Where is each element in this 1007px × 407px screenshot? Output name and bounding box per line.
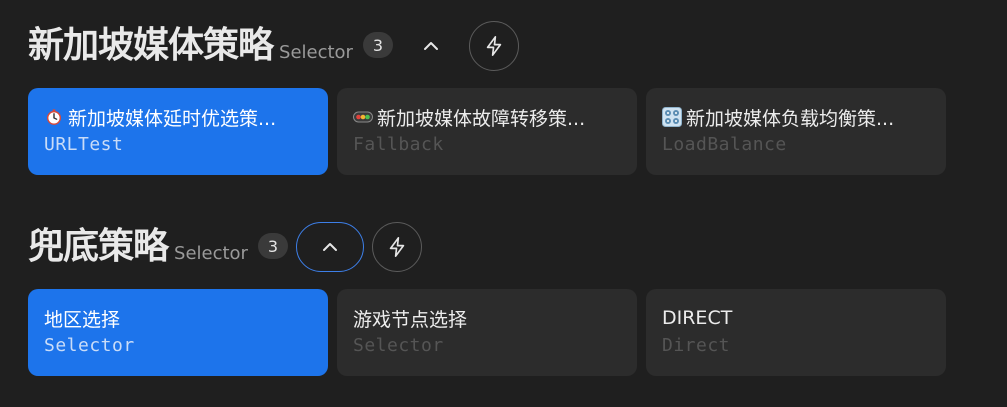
chevron-up-icon [322, 243, 337, 251]
proxy-card-type: URLTest [44, 134, 124, 155]
proxy-card-name: 地区选择 [44, 308, 121, 331]
chevron-up-icon [423, 42, 438, 50]
proxy-card-type: Selector [353, 335, 444, 356]
lightning-icon [389, 237, 405, 257]
count-badge: 3 [257, 233, 288, 259]
collapse-button[interactable] [407, 22, 455, 70]
group-title: 新加坡媒体策略 [28, 25, 274, 66]
proxy-card[interactable]: 新加坡媒体负载均衡策... LoadBalance [646, 88, 946, 175]
proxy-card[interactable]: 游戏节点选择 Selector [337, 289, 637, 376]
proxy-card-list: 地区选择 Selector 游戏节点选择 Selector DIRECT Dir… [28, 289, 988, 376]
proxy-card-name: DIRECT [662, 307, 733, 329]
control-knobs-icon [662, 107, 682, 127]
group-header: 兜底策略 Selector 3 [28, 221, 988, 273]
proxy-card[interactable]: DIRECT Direct [646, 289, 946, 376]
group-title: 兜底策略 [28, 226, 169, 267]
latency-test-button[interactable] [468, 21, 519, 71]
proxy-card-list: 新加坡媒体延时优选策... URLTest 新加坡媒体故障转移策... Fall… [28, 88, 988, 175]
group-type-label: Selector [279, 41, 353, 63]
proxy-group-singapore-media: 新加坡媒体策略 Selector 3 新加坡媒体延时优选策... URLTest… [28, 20, 988, 175]
traffic-light-icon [353, 107, 373, 127]
proxy-card-name: 游戏节点选择 [353, 308, 468, 331]
latency-test-button[interactable] [371, 222, 422, 272]
proxy-card-name: 新加坡媒体故障转移策... [377, 107, 586, 130]
proxy-card[interactable]: 新加坡媒体延时优选策... URLTest [28, 88, 328, 175]
proxy-card-type: LoadBalance [662, 134, 787, 155]
group-type-label: Selector [174, 242, 248, 264]
proxy-card-type: Direct [662, 335, 731, 356]
group-header: 新加坡媒体策略 Selector 3 [28, 20, 988, 72]
proxy-card-name: 新加坡媒体负载均衡策... [686, 107, 895, 130]
proxy-card-name: 新加坡媒体延时优选策... [68, 107, 277, 130]
lightning-icon [486, 36, 502, 56]
proxy-card[interactable]: 地区选择 Selector [28, 289, 328, 376]
proxy-group-fallback: 兜底策略 Selector 3 地区选择 Selector 游戏节点选择 Sel… [28, 221, 988, 376]
count-badge: 3 [362, 32, 393, 58]
proxy-card-type: Selector [44, 335, 135, 356]
collapse-button[interactable] [295, 222, 364, 272]
proxy-card-type: Fallback [353, 134, 444, 155]
proxy-card[interactable]: 新加坡媒体故障转移策... Fallback [337, 88, 637, 175]
stopwatch-icon [44, 107, 64, 127]
